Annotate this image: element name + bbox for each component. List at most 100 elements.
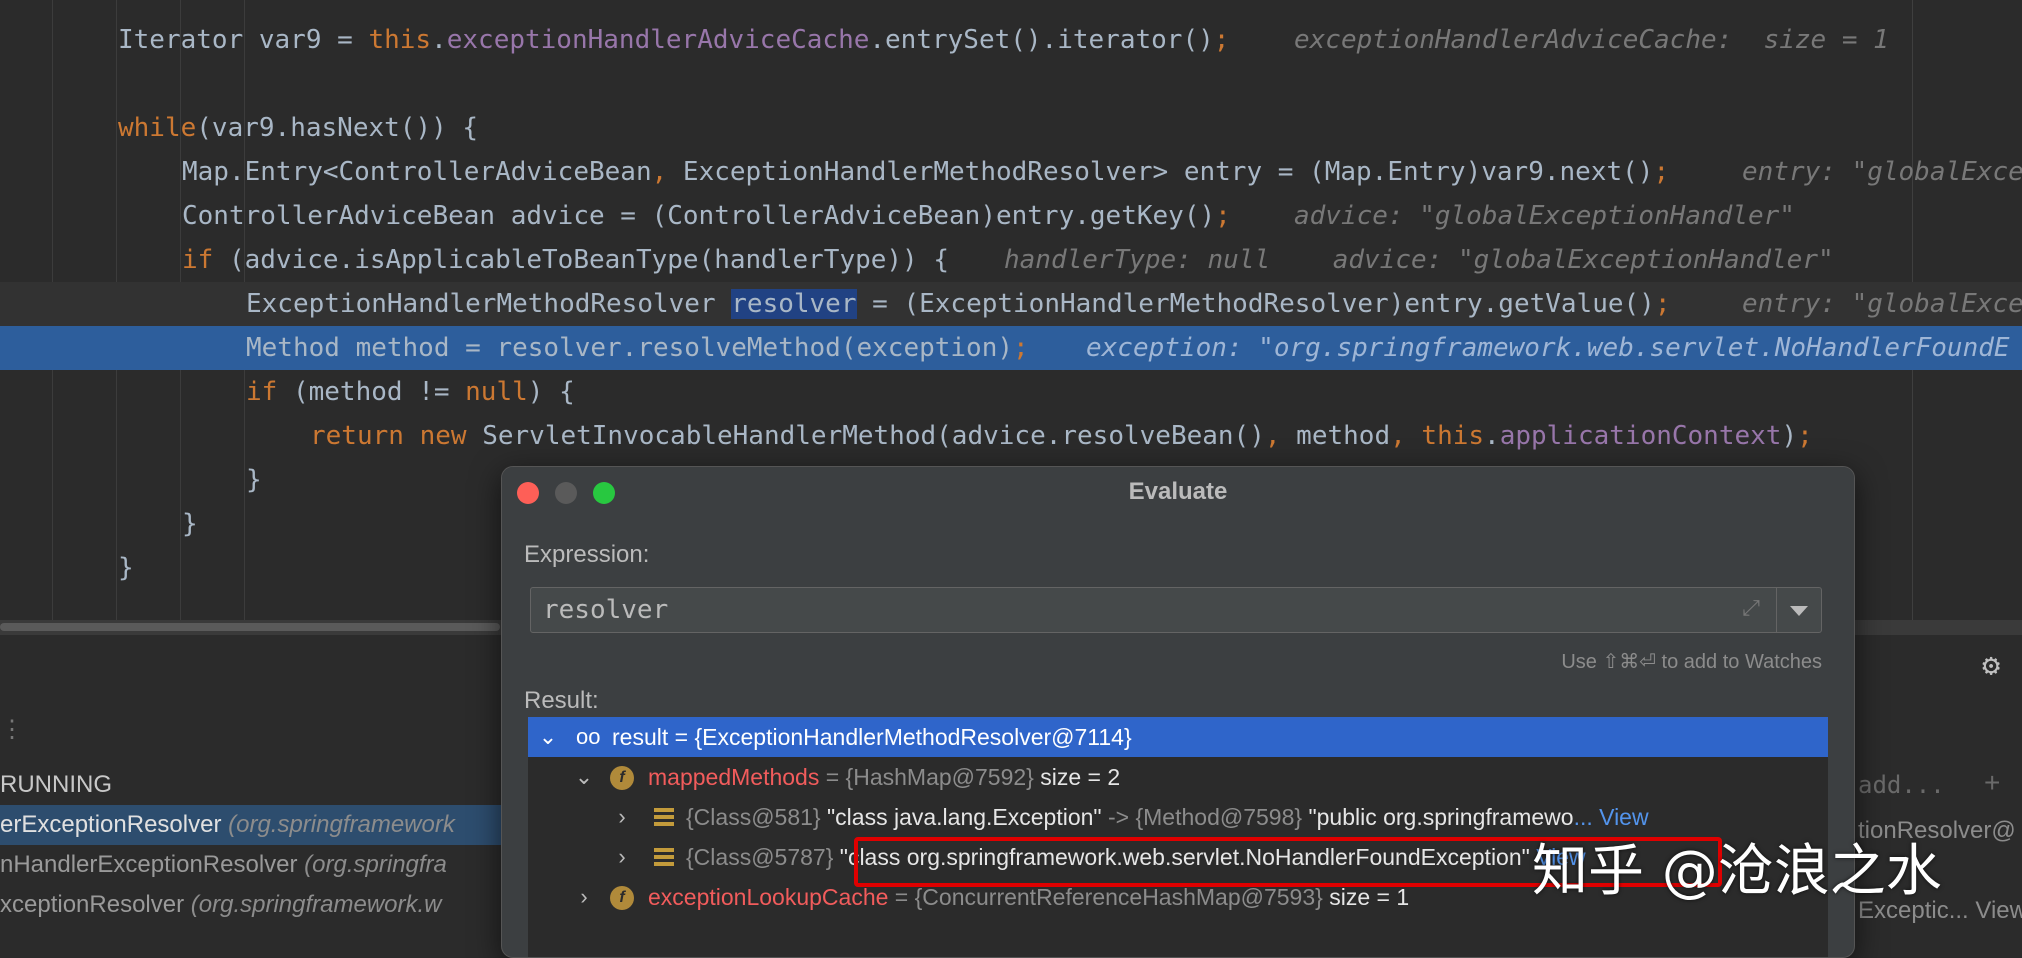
field-token: applicationContext (1499, 421, 1782, 451)
inline-debug-value: advice: "globalExceptionHandler" (1294, 201, 1795, 231)
tree-row-result[interactable]: ⌄ oo result = {ExceptionHandlerMethodRes… (528, 717, 1828, 757)
code-token: ExceptionHandlerMethodResolver> entry = … (667, 157, 1654, 187)
map-entry-icon (654, 808, 674, 826)
inline-debug-value: entry: "globalExce (1742, 289, 2022, 319)
frame-package: (org.springfra (304, 851, 447, 878)
chevron-right-icon[interactable]: › (574, 877, 594, 917)
code-text: Method method = resolver.resolveMethod(e… (246, 326, 1029, 370)
field-name: exceptionLookupCache (648, 884, 889, 910)
chevron-down-icon[interactable]: ⌄ (538, 717, 558, 757)
code-text: } (246, 458, 262, 502)
code-token: ServletInvocableHandlerMethod(advice.res… (466, 421, 1265, 451)
expression-input[interactable]: resolver ⤢ (530, 587, 1822, 633)
code-line[interactable]: return new ServletInvocableHandlerMethod… (0, 414, 2022, 458)
dialog-titlebar[interactable]: Evaluate (502, 467, 1854, 517)
keyword-token: this (368, 25, 432, 55)
code-line[interactable]: while(var9.hasNext()) { (0, 106, 2022, 150)
keyword-token: ; (1653, 157, 1670, 187)
code-token: Method method = resolver.resolveMethod(e… (246, 333, 1014, 363)
code-token: ExceptionHandlerMethodResolver (246, 289, 732, 319)
code-text: while(var9.hasNext()) { (118, 106, 478, 150)
keyword-token: if (246, 377, 278, 407)
selected-token: resolver (731, 289, 857, 319)
add-watch-field[interactable]: add... (1858, 771, 1945, 799)
keyword-token: ; (1213, 25, 1230, 55)
field-icon: f (610, 766, 634, 790)
keyword-token: return new (310, 421, 467, 451)
frame-package: (org.springframework (228, 811, 455, 838)
thread-status: RUNNING (0, 771, 112, 798)
code-token: } (246, 465, 262, 495)
entry-key: {Class@581} (686, 804, 821, 830)
frame-package: (org.springframework.w (190, 891, 442, 918)
map-entry-icon (654, 848, 674, 866)
code-line[interactable]: Iterator var9 = this. exceptionHandlerAdv… (0, 18, 2022, 62)
keyword-token: ; (1013, 333, 1029, 363)
frame-item[interactable]: nHandlerExceptionResolver (org.springfra (0, 845, 510, 885)
tree-row-mapped-methods[interactable]: ⌄ f mappedMethods = {HashMap@7592} size … (528, 757, 1828, 797)
history-dropdown-button[interactable] (1776, 588, 1821, 632)
code-token: = (ExceptionHandlerMethodResolver)entry.… (856, 289, 1655, 319)
inline-debug-value: handlerType: null advice: "globalExcepti… (1004, 245, 1834, 275)
code-token: .entrySet().iterator() (869, 25, 1214, 55)
code-line[interactable]: if (method != null) { (0, 370, 2022, 414)
execution-point-line[interactable]: Method method = resolver.resolveMethod(e… (0, 326, 2022, 370)
field-size: size = 2 (1033, 764, 1121, 790)
code-line[interactable]: ControllerAdviceBean advice = (Controlle… (0, 194, 2022, 238)
inline-debug-value: entry: "globalExce (1742, 157, 2022, 187)
watermark: 知乎 @沧浪之水 (1532, 839, 1942, 904)
code-text: ControllerAdviceBean advice = (Controlle… (182, 194, 1231, 238)
entry-arrow: -> {Method@7598} (1101, 804, 1303, 830)
code-text: if (advice.isApplicableToBeanType(handle… (182, 238, 949, 282)
code-token: . (1484, 421, 1500, 451)
dialog-title: Evaluate (1128, 478, 1228, 505)
add-icon[interactable]: + (1984, 767, 2000, 799)
code-line[interactable]: Map.Entry<ControllerAdviceBean, Exceptio… (0, 150, 2022, 194)
code-text: ExceptionHandlerMethodResolver resolver … (246, 282, 1670, 326)
code-text: } (182, 502, 198, 546)
keyword-token: null (465, 377, 528, 407)
code-line[interactable]: ExceptionHandlerMethodResolver resolver … (0, 282, 2022, 326)
code-line[interactable] (0, 62, 2022, 106)
result-name: result (612, 724, 669, 750)
code-token: Iterator var9 = (118, 25, 369, 55)
result-label: Result: (524, 687, 599, 714)
keyword-token: if (182, 245, 214, 275)
chevron-right-icon[interactable]: › (612, 837, 632, 877)
field-ref: = {HashMap@7592} (819, 764, 1034, 790)
code-text: Iterator var9 = this.exceptionHandlerAdv… (118, 18, 1229, 62)
code-text: if (method != null) { (246, 370, 575, 414)
field-name: mappedMethods (648, 764, 820, 790)
scrollbar-thumb[interactable] (0, 623, 500, 631)
keyword-token: while (118, 113, 197, 143)
expand-icon[interactable]: ⤢ (1739, 596, 1763, 620)
code-token: } (182, 509, 198, 539)
code-token: . (431, 25, 447, 55)
code-text: return new ServletInvocableHandlerMethod… (310, 414, 1813, 458)
watch-hint: Use ⇧⌘⏎ to add to Watches (1561, 651, 1822, 673)
code-token: (advice.isApplicableToBeanType(handlerTy… (213, 245, 950, 275)
frame-name: erExceptionResolver (0, 811, 229, 838)
frame-item[interactable]: xceptionResolver (org.springframework.w (0, 885, 510, 925)
code-token: ) (1781, 421, 1798, 451)
code-token: Map.Entry<ControllerAdviceBean (182, 157, 652, 187)
expression-text: resolver (543, 595, 669, 625)
watch-glasses-icon: oo (576, 724, 601, 749)
chevron-down-icon[interactable]: ⌄ (574, 757, 594, 797)
code-line[interactable]: if (advice.isApplicableToBeanType(handle… (0, 238, 2022, 282)
chevron-right-icon[interactable]: › (612, 797, 632, 837)
inline-debug-value: exceptionHandlerAdviceCache: size = 1 (1294, 25, 1889, 55)
field-size: size = 1 (1322, 884, 1410, 910)
entry-key: {Class@5787} (686, 844, 834, 870)
field-ref: = {ConcurrentReferenceHashMap@7593} (888, 884, 1323, 910)
expression-label: Expression: (524, 541, 650, 568)
gear-icon[interactable]: ⚙ (1982, 648, 2000, 683)
code-text: Map.Entry<ControllerAdviceBean, Exceptio… (182, 150, 1669, 194)
field-icon: f (610, 886, 634, 910)
keyword-token: , this (1390, 421, 1485, 451)
drag-handle-icon[interactable]: ⋮ (0, 715, 24, 743)
frame-item[interactable]: erExceptionResolver (org.springframework (0, 805, 510, 845)
code-text: } (118, 546, 134, 590)
code-token: } (118, 553, 134, 583)
frame-name: xceptionResolver (0, 891, 191, 918)
